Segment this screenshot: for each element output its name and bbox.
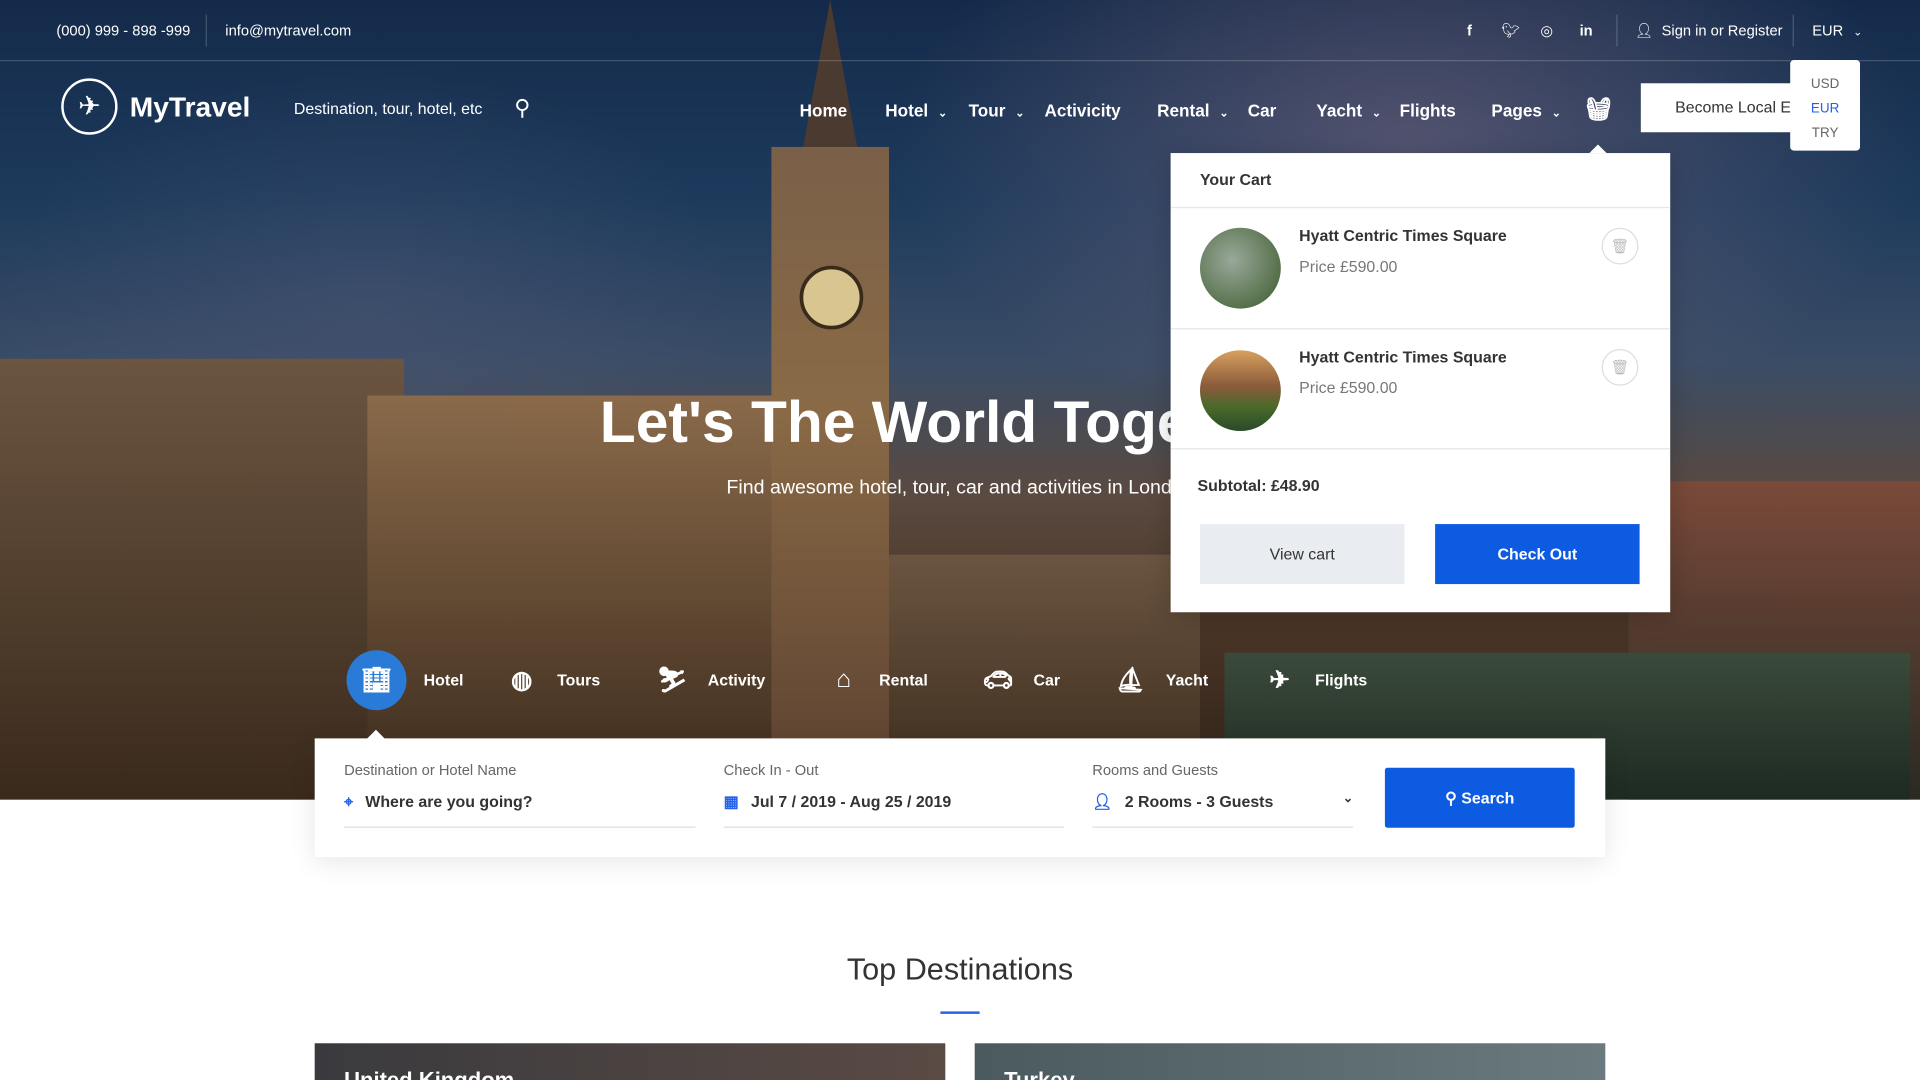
cart-dropdown: Your Cart Hyatt Centric Times Square Pri… xyxy=(1170,144,1671,613)
nav-tour[interactable]: Tour ⌄ xyxy=(969,100,1025,120)
destination-label: Destination or Hotel Name xyxy=(344,761,517,779)
search-icon: ⚲ xyxy=(1445,787,1462,807)
user-icon: 👤︎ xyxy=(1634,22,1654,40)
globe-icon: ◍ xyxy=(510,666,533,694)
nav-flights[interactable]: Flights xyxy=(1400,100,1456,120)
tab-yacht[interactable]: ⛵︎ Yacht xyxy=(1112,649,1209,710)
nav-yacht[interactable]: Yacht ⌄ xyxy=(1316,100,1381,120)
currency-option-usd[interactable]: USD xyxy=(1790,72,1860,96)
instagram-icon[interactable]: ◎ xyxy=(1540,22,1553,39)
tab-activity[interactable]: ⛷︎ Activity xyxy=(654,649,766,710)
currency-option-try[interactable]: TRY xyxy=(1790,121,1860,145)
tab-hotel[interactable]: 🏢︎ Hotel xyxy=(346,649,463,710)
currency-dropdown: USD EUR TRY xyxy=(1790,60,1861,151)
tab-car[interactable]: 🚗︎ Car xyxy=(980,649,1060,710)
hotel-icon: 🏢︎ xyxy=(346,649,407,710)
tab-rental[interactable]: ⌂ Rental xyxy=(825,649,928,710)
date-label: Check In - Out xyxy=(723,761,819,779)
facebook-icon[interactable]: f xyxy=(1467,22,1472,39)
calendar-icon: ▦ xyxy=(723,792,739,811)
item-name: Hyatt Centric Times Square xyxy=(1299,347,1507,367)
house-icon: ⌂ xyxy=(836,665,852,693)
clock-face xyxy=(799,265,864,330)
checkout-button[interactable]: Check Out xyxy=(1435,524,1640,585)
nav-car[interactable]: Car xyxy=(1248,100,1277,120)
nav-pages[interactable]: Pages ⌄ xyxy=(1491,100,1561,120)
item-thumbnail xyxy=(1200,350,1281,432)
email-link[interactable]: info@mytravel.com xyxy=(225,22,351,39)
plane-icon: ✈ xyxy=(1269,666,1290,694)
tab-flights[interactable]: ✈ Flights xyxy=(1261,649,1367,710)
plane-logo-icon: ✈ xyxy=(61,78,118,135)
search-button[interactable]: ⚲ Search xyxy=(1384,767,1575,828)
item-price: Price £590.00 xyxy=(1299,378,1398,397)
destination-card[interactable]: Turkey xyxy=(974,1043,1606,1080)
phone: (000) 999 - 898 -999 xyxy=(56,22,191,40)
nav-home[interactable]: Home xyxy=(800,100,848,120)
nav-hotel[interactable]: Hotel ⌄ xyxy=(885,100,947,120)
header-search-input[interactable]: Destination, tour, hotel, etc xyxy=(294,99,482,117)
tab-tours[interactable]: ◍ Tours xyxy=(503,649,600,710)
cart-title: Your Cart xyxy=(1200,170,1272,189)
cart-item: Hyatt Centric Times Square Price £590.00… xyxy=(1170,206,1671,329)
signin-link[interactable]: Sign in or Register xyxy=(1662,22,1783,39)
item-name: Hyatt Centric Times Square xyxy=(1299,226,1507,245)
cart-item: Hyatt Centric Times Square Price £590.00… xyxy=(1170,328,1671,449)
chevron-down-icon: ⌄ xyxy=(1342,792,1354,806)
nav-activity[interactable]: Activicity xyxy=(1044,100,1120,120)
currency-select[interactable]: EUR ⌄ xyxy=(1812,22,1862,39)
nav-rental[interactable]: Rental ⌄ xyxy=(1157,100,1228,120)
rooms-select[interactable]: 👤︎ 2 Rooms - 3 Guests ⌄ xyxy=(1092,792,1354,828)
linkedin-icon[interactable]: in xyxy=(1580,22,1593,39)
search-icon[interactable]: ⚲ xyxy=(514,96,530,122)
cart-subtotal: Subtotal: £48.90 xyxy=(1197,476,1320,495)
date-input[interactable]: ▦ Jul 7 / 2019 - Aug 25 / 2019 xyxy=(723,792,1065,828)
top-bar: (000) 999 - 898 -999 info@mytravel.com f… xyxy=(0,0,1920,62)
trash-icon[interactable]: 🗑︎ xyxy=(1601,348,1639,386)
logo[interactable]: ✈ MyTravel xyxy=(61,78,250,135)
search-form: Destination or Hotel Name ⌖ Where are you… xyxy=(314,729,1606,858)
view-cart-button[interactable]: View cart xyxy=(1200,524,1405,585)
destination-card[interactable]: United Kingdom xyxy=(314,1043,946,1080)
cart-icon[interactable]: 🧺︎ xyxy=(1584,97,1612,123)
car-icon: 🚗︎ xyxy=(982,666,1014,694)
activity-icon: ⛷︎ xyxy=(656,666,688,694)
rooms-label: Rooms and Guests xyxy=(1092,761,1219,779)
trash-icon[interactable]: 🗑︎ xyxy=(1601,227,1639,265)
item-price: Price £590.00 xyxy=(1299,257,1398,276)
map-pin-icon: ⌖ xyxy=(344,792,354,811)
user-icon: 👤︎ xyxy=(1092,792,1113,811)
section-title: Top Destinations xyxy=(846,952,1074,987)
section-divider xyxy=(940,1011,980,1014)
twitter-icon[interactable]: 🐦︎ xyxy=(1501,22,1520,39)
become-local-expert-button[interactable]: Become Local Expert xyxy=(1640,83,1813,133)
destination-input[interactable]: ⌖ Where are you going? xyxy=(344,792,696,828)
item-thumbnail xyxy=(1200,227,1281,309)
sailboat-icon: ⛵︎ xyxy=(1114,666,1146,694)
currency-option-eur[interactable]: EUR xyxy=(1790,97,1860,121)
